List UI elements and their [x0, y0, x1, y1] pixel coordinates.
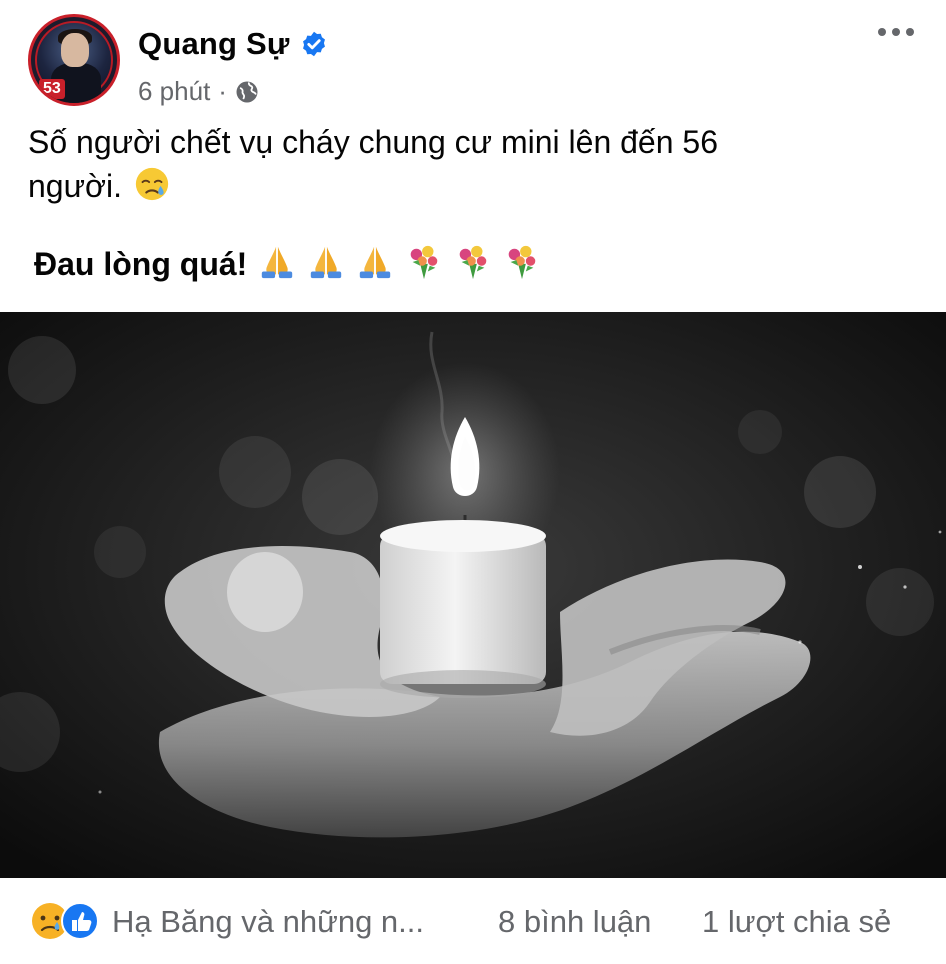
post-footer: Hạ Băng và những n... 8 bình luận 1 lượt… — [0, 878, 946, 964]
more-dot-icon — [892, 28, 900, 36]
globe-icon[interactable] — [235, 80, 259, 104]
reaction-icons[interactable] — [28, 900, 108, 942]
post-meta: 6 phút · — [138, 76, 259, 107]
more-options-button[interactable] — [878, 28, 914, 36]
post-text-line-3-text: Đau lòng quá! — [34, 246, 248, 282]
reactors-text[interactable]: Hạ Băng và những n... — [112, 904, 424, 940]
post-text: Số người chết vụ cháy chung cư mini lên … — [28, 120, 918, 286]
post-text-line-2: người. — [28, 164, 918, 208]
folded-hands-icon — [310, 246, 342, 279]
bouquet-icon — [459, 245, 487, 280]
candle-in-hands-image — [0, 312, 946, 878]
avatar-badge: 53 — [39, 79, 65, 99]
folded-hands-icon — [359, 246, 391, 279]
post-time[interactable]: 6 phút — [138, 76, 210, 107]
more-dot-icon — [878, 28, 886, 36]
bouquet-icon — [508, 245, 535, 280]
shares-count[interactable]: 1 lượt chia sẻ — [702, 904, 891, 940]
crying-face-icon — [135, 167, 169, 201]
bouquet-icon — [410, 245, 438, 280]
author-name[interactable]: Quang Sự — [138, 26, 290, 62]
post-text-line-2-text: người. — [28, 168, 122, 204]
post-photo[interactable] — [0, 312, 946, 878]
post-text-line-3: Đau lòng quá! — [28, 242, 918, 286]
post-text-line-1: Số người chết vụ cháy chung cư mini lên … — [28, 124, 718, 160]
author-row: Quang Sự — [138, 26, 328, 62]
meta-separator: · — [218, 76, 227, 106]
comments-count[interactable]: 8 bình luận — [498, 904, 651, 940]
more-dot-icon — [906, 28, 914, 36]
folded-hands-icon — [262, 246, 293, 279]
author-avatar[interactable]: 53 — [28, 14, 120, 106]
avatar-figure-head — [61, 33, 89, 67]
verified-badge-icon — [302, 31, 325, 57]
like-reaction-icon — [61, 902, 99, 940]
